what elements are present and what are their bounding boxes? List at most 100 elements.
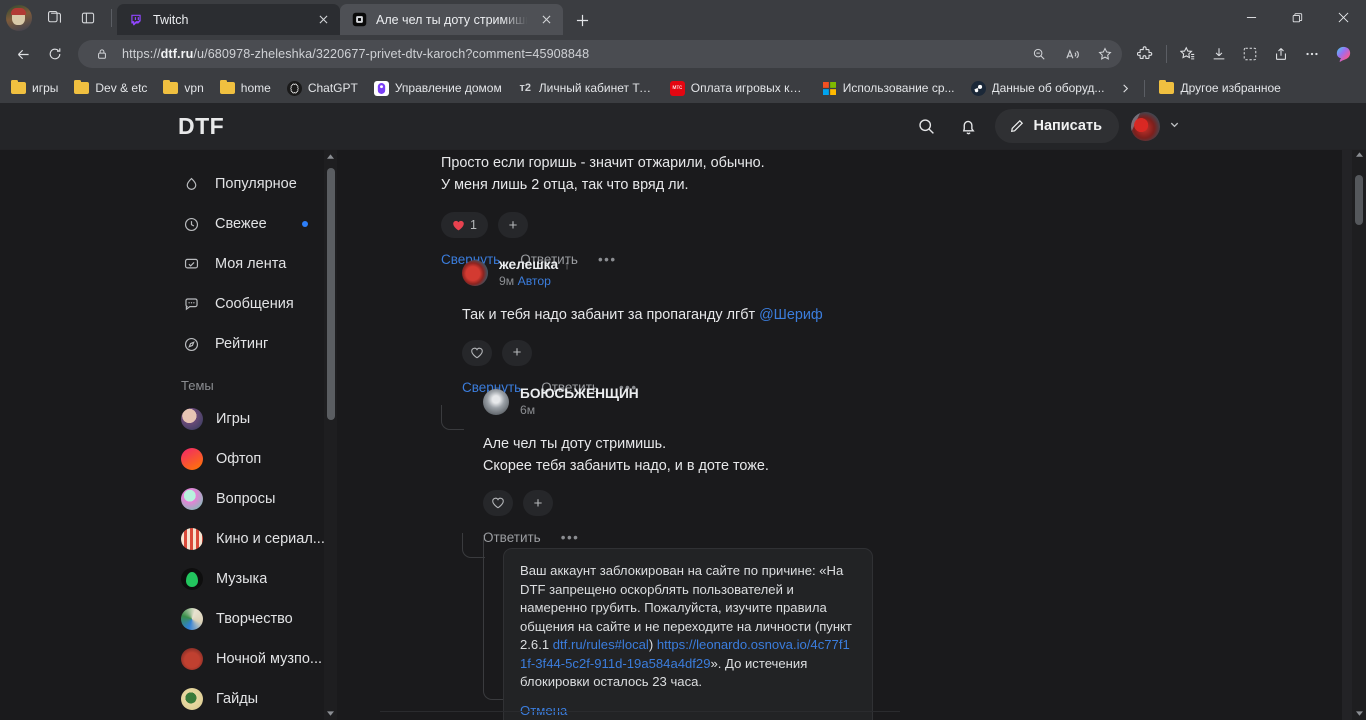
back-button[interactable] (8, 39, 38, 69)
sidebar-topic-night-music[interactable]: Ночной музпо... (165, 639, 335, 679)
like-button[interactable] (462, 339, 492, 366)
screenshot-icon[interactable] (1235, 39, 1265, 69)
site-logo[interactable]: DTF (178, 113, 224, 140)
split-screen-icon[interactable] (72, 4, 104, 32)
comment-body-line: Так и тебя надо забанит за пропаганду лг… (462, 305, 1022, 326)
comment-time: 9м (499, 274, 515, 288)
page-body: Популярное Свежее Моя лента Сообщения Ре… (0, 150, 1366, 720)
titlebar-divider (111, 8, 112, 27)
sidebar-topic-movies[interactable]: Кино и сериал... (165, 519, 335, 559)
sidebar-topic-games[interactable]: Игры (165, 399, 335, 439)
comment-body-line: Просто если горишь - значит отжарили, об… (441, 155, 765, 171)
scroll-up-icon[interactable] (1352, 152, 1366, 159)
tab-dtf[interactable]: Але чел ты доту стримишь. Скор (340, 4, 563, 35)
bookmark-label: vpn (184, 81, 204, 95)
folder-icon (219, 79, 235, 94)
tab-twitch[interactable]: Twitch (117, 4, 340, 35)
bookmarks-overflow-chevron-icon[interactable] (1113, 76, 1137, 100)
sidebar-item-rating[interactable]: Рейтинг (165, 324, 335, 364)
sidebar-item-label: Популярное (215, 176, 297, 192)
cancel-link[interactable]: Отмена (520, 703, 567, 718)
comment-author-row[interactable]: БОЮСЬЖЕНЩИН 6м (483, 386, 1043, 417)
sidebar-topic-guides[interactable]: Гайды (165, 679, 335, 719)
lock-icon[interactable] (89, 41, 115, 67)
ban-notice-text-part2: ) (648, 637, 657, 652)
bookmark-item[interactable]: home (213, 78, 278, 98)
sidebar-scrollbar-thumb[interactable] (326, 168, 335, 420)
bookmark-item[interactable]: мтс Оплата игровых ко... (663, 78, 813, 99)
sidebar-topic-questions[interactable]: Вопросы (165, 479, 335, 519)
scroll-down-icon[interactable] (324, 707, 337, 720)
close-window-button[interactable] (1320, 0, 1366, 35)
bookmark-item[interactable]: Использование ср... (815, 78, 962, 99)
bookmark-item[interactable]: Данные об оборуд... (964, 78, 1112, 99)
sidebar-section-title: Темы (181, 378, 214, 393)
bookmark-item[interactable]: игры (4, 78, 65, 98)
twitch-icon (128, 12, 144, 28)
sidebar-item-my-feed[interactable]: Моя лента (165, 244, 335, 284)
bookmark-label: Данные об оборуд... (991, 81, 1105, 95)
read-aloud-icon[interactable] (1059, 41, 1085, 67)
share-icon[interactable] (1266, 39, 1296, 69)
like-button[interactable] (483, 490, 513, 516)
close-icon[interactable] (315, 11, 332, 28)
downloads-icon[interactable] (1204, 39, 1234, 69)
sidebar-topic-label: Игры (216, 411, 251, 427)
collections-icon[interactable] (1173, 39, 1203, 69)
rules-link[interactable]: dtf.ru/rules#local (553, 637, 649, 652)
favorite-star-icon[interactable] (1092, 41, 1118, 67)
bookmark-item[interactable]: vpn (156, 78, 210, 98)
sidebar-item-popular[interactable]: Популярное (165, 164, 335, 204)
add-reaction-button[interactable]: + (502, 339, 532, 366)
page-scrollbar[interactable] (1352, 150, 1366, 720)
mention-link[interactable]: @Шериф (759, 307, 823, 323)
address-bar[interactable]: https://dtf.ru/u/680978-zheleshka/322067… (78, 40, 1122, 68)
plus-icon: + (512, 344, 522, 361)
page-scrollbar-thumb[interactable] (1355, 175, 1363, 225)
sidebar-item-label: Свежее (215, 216, 267, 232)
sidebar-item-messages[interactable]: Сообщения (165, 284, 335, 324)
other-favorites-button[interactable]: Другое избранное (1152, 78, 1287, 98)
reload-button[interactable] (40, 39, 70, 69)
extensions-icon[interactable] (1130, 39, 1160, 69)
write-post-button[interactable]: Написать (995, 109, 1119, 143)
compass-icon (181, 334, 201, 354)
copilot-icon[interactable] (1328, 39, 1358, 69)
sidebar-item-label: Сообщения (215, 296, 294, 312)
sidebar-scrollbar[interactable] (324, 150, 337, 720)
scroll-up-icon[interactable] (324, 150, 337, 163)
comment-author-name[interactable]: желешка (499, 257, 558, 272)
tab-actions-icon[interactable] (38, 4, 70, 32)
minimize-button[interactable] (1228, 0, 1274, 35)
zoom-out-icon[interactable] (1026, 41, 1052, 67)
folder-icon (163, 79, 179, 94)
profile-avatar[interactable] (6, 4, 32, 31)
close-icon[interactable] (538, 11, 555, 28)
sidebar-topic-creativity[interactable]: Творчество (165, 599, 335, 639)
folder-icon (74, 79, 90, 94)
sidebar-topic-music[interactable]: Музыка (165, 559, 335, 599)
add-reaction-button[interactable]: + (523, 490, 553, 516)
more-options-icon[interactable]: ••• (561, 530, 580, 545)
bookmarks-bar: игры Dev & etc vpn home ChatGPT Управлен… (0, 73, 1366, 103)
comment-meta: 9м Автор (499, 274, 570, 288)
user-menu[interactable] (1131, 111, 1180, 141)
comment-author-name[interactable]: БОЮСЬЖЕНЩИН (520, 386, 639, 401)
sidebar-topic-oftop[interactable]: Офтоп (165, 439, 335, 479)
add-reaction-button[interactable]: + (497, 212, 528, 238)
bookmark-item[interactable]: т2 Личный кабинет Те... (511, 78, 661, 99)
bookmark-item[interactable]: ChatGPT (280, 78, 365, 99)
new-tab-button[interactable] (567, 5, 597, 35)
scroll-down-icon[interactable] (1352, 711, 1366, 718)
maximize-button[interactable] (1274, 0, 1320, 35)
browser-more-icon[interactable] (1297, 39, 1327, 69)
like-button[interactable]: 1 (441, 212, 488, 238)
bookmark-item[interactable]: Dev & etc (67, 78, 154, 98)
search-icon[interactable] (911, 111, 941, 141)
bell-icon[interactable] (953, 111, 983, 141)
sidebar-item-fresh[interactable]: Свежее (165, 204, 335, 244)
bookmark-item[interactable]: Управление домом (367, 78, 509, 99)
comment-time: 6м (520, 403, 536, 417)
comment-author-row[interactable]: желешка ↑ 9м Автор (462, 257, 1022, 288)
thread-connector (441, 405, 464, 430)
